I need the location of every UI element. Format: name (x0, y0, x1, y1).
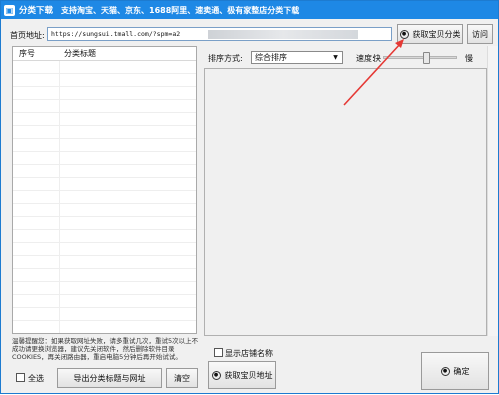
table-cell (13, 321, 60, 333)
table-row[interactable] (13, 295, 196, 308)
table-row[interactable] (13, 165, 196, 178)
table-row[interactable] (13, 282, 196, 295)
table-row[interactable] (13, 126, 196, 139)
visit-label: 访问 (472, 29, 488, 39)
table-cell (13, 61, 60, 73)
speed-slider-thumb[interactable] (423, 52, 430, 64)
select-all-label: 全选 (28, 374, 44, 383)
table-row[interactable] (13, 178, 196, 191)
table-row[interactable] (13, 74, 196, 87)
table-cell (13, 230, 60, 242)
column-header-title: 分类标题 (64, 49, 96, 58)
column-header-index: 序号 (19, 49, 35, 58)
table-cell (13, 269, 60, 281)
table-row[interactable] (13, 191, 196, 204)
table-body (13, 61, 196, 333)
visit-button[interactable]: 访问 (467, 24, 493, 44)
results-panel (204, 68, 487, 336)
window-title: 分类下载 (19, 6, 54, 16)
table-row[interactable] (13, 321, 196, 333)
table-cell (13, 217, 60, 229)
fetch-links-icon: ● (211, 370, 221, 380)
sort-label: 排序方式: (208, 54, 243, 63)
table-row[interactable] (13, 308, 196, 321)
table-cell (13, 191, 60, 203)
table-row[interactable] (13, 256, 196, 269)
table-row[interactable] (13, 217, 196, 230)
chevron-down-icon: ▼ (333, 54, 338, 61)
table-cell (13, 100, 60, 112)
confirm-icon: ● (440, 366, 450, 376)
select-all-checkbox[interactable] (16, 373, 25, 382)
table-cell (13, 113, 60, 125)
export-button[interactable]: 导出分类标题与网址 (57, 368, 162, 388)
clear-label: 清空 (174, 373, 190, 383)
table-cell (13, 74, 60, 86)
table-cell (13, 139, 60, 151)
table-cell (13, 243, 60, 255)
table-cell (13, 282, 60, 294)
table-row[interactable] (13, 204, 196, 217)
speed-slider[interactable] (383, 52, 457, 64)
show-shop-name-checkbox[interactable] (214, 348, 223, 357)
table-cell (13, 152, 60, 164)
url-redacted-region (208, 30, 358, 39)
vertical-scrollbar[interactable] (487, 46, 498, 336)
app-window: ▣ 分类下载 支持淘宝、天猫、京东、1688阿里、速卖通、极有家整店分类下载 首… (0, 0, 499, 394)
export-label: 导出分类标题与网址 (73, 373, 146, 383)
table-cell (13, 295, 60, 307)
category-table[interactable]: 序号 分类标题 (12, 46, 197, 334)
table-row[interactable] (13, 230, 196, 243)
fetch-categories-button[interactable]: ● 获取宝贝分类 (397, 24, 463, 44)
url-input[interactable]: https://sungsui.tmall.com/?spm=a2 (47, 27, 392, 41)
table-row[interactable] (13, 113, 196, 126)
app-icon: ▣ (4, 4, 15, 16)
confirm-button[interactable]: ● 确定 (421, 352, 489, 390)
show-shop-name-label: 显示店铺名称 (225, 349, 273, 358)
table-cell (13, 204, 60, 216)
url-label: 首页地址: (10, 31, 45, 40)
table-cell (13, 256, 60, 268)
speed-label: 速度: (356, 54, 375, 63)
table-cell (13, 87, 60, 99)
table-row[interactable] (13, 152, 196, 165)
table-row[interactable] (13, 61, 196, 74)
speed-slow-label: 慢 (465, 54, 473, 63)
window-subtitle: 支持淘宝、天猫、京东、1688阿里、速卖通、极有家整店分类下载 (61, 5, 300, 15)
table-row[interactable] (13, 269, 196, 282)
table-cell (13, 165, 60, 177)
table-row[interactable] (13, 100, 196, 113)
sort-select-value: 综合排序 (255, 53, 287, 62)
table-header: 序号 分类标题 (13, 47, 196, 61)
get-item-links-button[interactable]: ● 获取宝贝地址 (208, 361, 276, 389)
get-item-links-label: 获取宝贝地址 (224, 370, 273, 380)
fetch-categories-label: 获取宝贝分类 (412, 29, 461, 39)
table-row[interactable] (13, 87, 196, 100)
speed-fast-label: 快 (373, 54, 381, 63)
table-row[interactable] (13, 139, 196, 152)
clear-button[interactable]: 清空 (166, 368, 198, 388)
title-bar: ▣ 分类下载 支持淘宝、天猫、京东、1688阿里、速卖通、极有家整店分类下载 (1, 1, 498, 19)
notice-text: 温馨提醒您：如果获取网址失败，请多重试几次，重试5次以上不成功请更换浏览器，建议… (12, 337, 199, 361)
table-cell (13, 178, 60, 190)
url-input-value: https://sungsui.tmall.com/?spm=a2 (51, 30, 181, 38)
confirm-label: 确定 (453, 366, 470, 376)
table-row[interactable] (13, 243, 196, 256)
table-cell (13, 126, 60, 138)
sort-select[interactable]: 综合排序 ▼ (251, 51, 343, 64)
fetch-icon: ● (399, 29, 409, 39)
table-cell (13, 308, 60, 320)
